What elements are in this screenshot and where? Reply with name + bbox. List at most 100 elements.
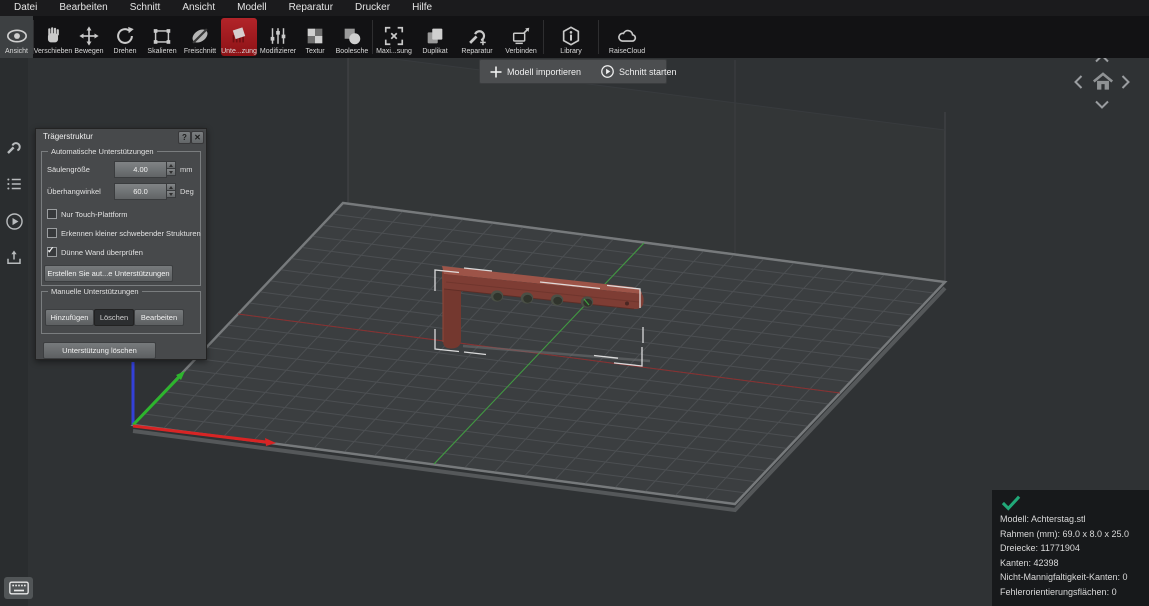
- stepper-down-icon[interactable]: [166, 191, 176, 198]
- tool-freischnitt[interactable]: Freischnitt: [180, 16, 220, 58]
- model-misoriented-faces: Fehlerorientierungsflächen: 0: [1000, 585, 1149, 600]
- support-structure-panel: Trägerstruktur ? ✕ Automatische Unterstü…: [35, 128, 207, 360]
- duplicate-icon: [424, 25, 446, 47]
- nav-down-chevron[interactable]: [1094, 100, 1110, 109]
- delete-support-button[interactable]: Löschen: [94, 309, 134, 326]
- start-slice-button[interactable]: Schnitt starten: [591, 60, 687, 83]
- scale-icon: [151, 25, 173, 47]
- menu-hilfe[interactable]: Hilfe: [401, 0, 443, 16]
- modifier-sliders-icon: [267, 25, 289, 47]
- hand-icon: [42, 25, 64, 47]
- pillar-size-stepper[interactable]: [166, 161, 176, 176]
- plus-icon: [490, 66, 502, 78]
- edit-support-button[interactable]: Bearbeiten: [134, 309, 184, 326]
- create-auto-supports-button[interactable]: Erstellen Sie aut...e Unterstützungen: [44, 265, 173, 282]
- panel-help-button[interactable]: ?: [178, 131, 191, 144]
- toolbar: Ansicht Verschieben Bewegen: [0, 16, 1149, 58]
- pillar-size-input[interactable]: 4.00: [114, 161, 167, 178]
- group-title: Manuelle Unterstützungen: [48, 287, 142, 296]
- model-triangles: Dreiecke: 11771904: [1000, 541, 1149, 556]
- import-model-button[interactable]: Modell importieren: [480, 60, 591, 83]
- wrench-icon: [5, 138, 23, 156]
- keyboard-icon: [9, 581, 29, 595]
- application-window: Datei Bearbeiten Schnitt Ansicht Modell …: [0, 0, 1149, 606]
- sidebar-settings-button[interactable]: [3, 136, 25, 158]
- model-bounds: Rahmen (mm): 69.0 x 8.0 x 25.0: [1000, 527, 1149, 542]
- tool-drehen[interactable]: Drehen: [106, 16, 144, 58]
- stepper-down-icon[interactable]: [166, 169, 176, 176]
- tool-raisecloud[interactable]: RaiseCloud: [599, 16, 655, 58]
- add-support-button[interactable]: Hinzufügen: [45, 309, 94, 326]
- tool-modifizierer[interactable]: Modifizierer: [258, 16, 298, 58]
- max-fit-icon: [383, 25, 405, 47]
- checkbox-box[interactable]: [47, 247, 57, 257]
- tool-bewegen[interactable]: Bewegen: [72, 16, 106, 58]
- clear-supports-button[interactable]: Unterstützung löschen: [43, 342, 156, 359]
- play-icon: [601, 65, 614, 78]
- tool-reparatur[interactable]: Reparatur: [455, 16, 499, 58]
- freecut-icon: [189, 25, 211, 47]
- list-icon: [5, 175, 23, 193]
- checkbox-detect-floating[interactable]: Erkennen kleiner schwebender Strukturen: [47, 228, 201, 238]
- tool-library[interactable]: Library: [544, 16, 598, 58]
- overhang-angle-unit: Deg: [180, 187, 194, 196]
- menu-ansicht[interactable]: Ansicht: [171, 0, 226, 16]
- menu-reparatur[interactable]: Reparatur: [278, 0, 344, 16]
- rotate-icon: [114, 25, 136, 47]
- overhang-angle-stepper[interactable]: [166, 183, 176, 198]
- sidebar-preview-button[interactable]: [3, 210, 25, 232]
- model-info-panel: Modell: Achterstag.stl Rahmen (mm): 69.0…: [992, 490, 1149, 606]
- model-nonmanifold-edges: Nicht-Mannigfaltigkeit-Kanten: 0: [1000, 570, 1149, 585]
- checkbox-touch-platform[interactable]: Nur Touch-Plattform: [47, 209, 128, 219]
- tool-boolesche[interactable]: Boolesche: [332, 16, 372, 58]
- stepper-up-icon[interactable]: [166, 161, 176, 169]
- sidebar-export-button[interactable]: [3, 247, 25, 269]
- upload-icon: [5, 249, 23, 267]
- play-circle-icon: [5, 212, 24, 231]
- support-icon: [228, 25, 250, 47]
- stepper-up-icon[interactable]: [166, 183, 176, 191]
- checkbox-thin-wall[interactable]: Dünne Wand überprüfen: [47, 247, 143, 257]
- tool-skalieren[interactable]: Skalieren: [144, 16, 180, 58]
- boolean-shapes-icon: [341, 25, 363, 47]
- left-sidebar: [0, 58, 28, 606]
- checkbox-box[interactable]: [47, 209, 57, 219]
- tool-verbinden[interactable]: Verbinden: [499, 16, 543, 58]
- sidebar-model-list-button[interactable]: [3, 173, 25, 195]
- overhang-angle-input[interactable]: 60.0: [114, 183, 167, 200]
- nav-left-chevron[interactable]: [1074, 74, 1083, 90]
- menu-datei[interactable]: Datei: [3, 0, 48, 16]
- menu-bar: Datei Bearbeiten Schnitt Ansicht Modell …: [0, 0, 1149, 16]
- tool-max-anpassung[interactable]: Maxi...sung: [373, 16, 415, 58]
- eye-icon: [6, 25, 28, 47]
- menu-bearbeiten[interactable]: Bearbeiten: [48, 0, 118, 16]
- move-arrows-icon: [78, 25, 100, 47]
- cloud-icon: [616, 25, 638, 47]
- repair-wrench-icon: [466, 25, 488, 47]
- pillar-size-label: Säulengröße: [47, 165, 90, 174]
- home-view-button[interactable]: [1090, 69, 1116, 95]
- connect-icon: [510, 25, 532, 47]
- action-bar: Modell importieren Schnitt starten: [479, 59, 667, 84]
- view-nav-cluster: [1072, 54, 1134, 112]
- pillar-size-unit: mm: [180, 165, 193, 174]
- virtual-keyboard-button[interactable]: [4, 577, 33, 599]
- tool-textur[interactable]: Textur: [298, 16, 332, 58]
- tool-verschieben[interactable]: Verschieben: [34, 16, 72, 58]
- tool-unterstuetzung[interactable]: Unte...zung: [221, 18, 257, 56]
- model-name: Modell: Achterstag.stl: [1000, 512, 1149, 527]
- model-edges: Kanten: 42398: [1000, 556, 1149, 571]
- texture-checker-icon: [304, 25, 326, 47]
- tool-ansicht[interactable]: Ansicht: [0, 16, 33, 58]
- home-icon: [1090, 69, 1116, 95]
- menu-drucker[interactable]: Drucker: [344, 0, 401, 16]
- checkbox-box[interactable]: [47, 228, 57, 238]
- menu-schnitt[interactable]: Schnitt: [119, 0, 172, 16]
- menu-modell[interactable]: Modell: [226, 0, 277, 16]
- nav-right-chevron[interactable]: [1121, 74, 1130, 90]
- panel-close-button[interactable]: ✕: [191, 131, 204, 144]
- group-title: Automatische Unterstützungen: [48, 147, 157, 156]
- green-checkmark-icon: [1000, 494, 1022, 512]
- library-hexagon-icon: [560, 25, 582, 47]
- tool-duplikat[interactable]: Duplikat: [415, 16, 455, 58]
